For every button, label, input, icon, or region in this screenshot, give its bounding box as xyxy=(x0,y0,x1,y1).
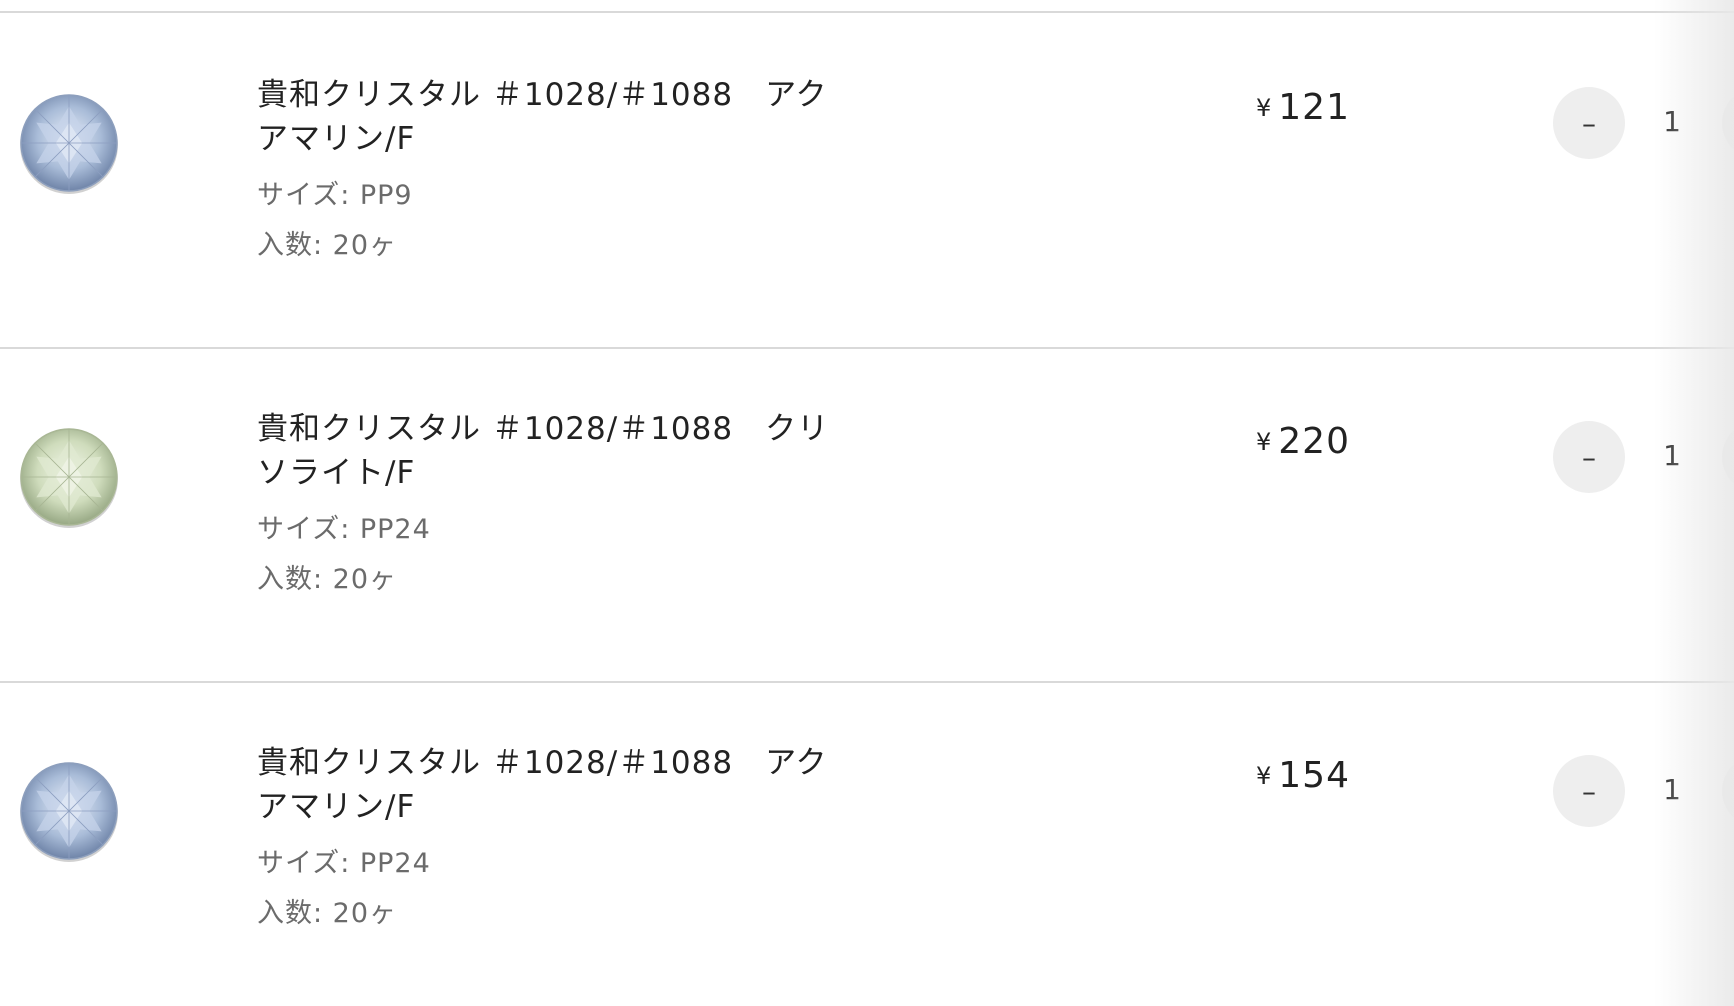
minus-icon: – xyxy=(1582,774,1596,808)
decrement-quantity-button[interactable]: – xyxy=(1553,87,1625,159)
item-size: サイズ: PP24 xyxy=(257,514,431,545)
crystal-chrysolite-icon[interactable] xyxy=(18,426,120,528)
increment-quantity-button[interactable] xyxy=(1722,755,1734,827)
item-info: 貴和クリスタル ＃1028/＃1088 クリソライト/F サイズ: PP24 入… xyxy=(257,407,857,605)
item-price: ¥154 xyxy=(1256,755,1350,796)
increment-quantity-button[interactable] xyxy=(1722,421,1734,493)
item-count: 入数: 20ヶ xyxy=(257,230,398,261)
decrement-quantity-button[interactable]: – xyxy=(1553,421,1625,493)
item-title[interactable]: 貴和クリスタル ＃1028/＃1088 アクアマリン/F xyxy=(257,741,847,829)
item-count: 入数: 20ヶ xyxy=(257,898,398,929)
item-price: ¥220 xyxy=(1256,421,1350,462)
item-title[interactable]: 貴和クリスタル ＃1028/＃1088 アクアマリン/F xyxy=(257,73,847,161)
price-value: 154 xyxy=(1278,755,1350,796)
minus-icon: – xyxy=(1582,440,1596,474)
item-size: サイズ: PP9 xyxy=(257,180,413,211)
decrement-quantity-button[interactable]: – xyxy=(1553,755,1625,827)
cart-item-row: 貴和クリスタル ＃1028/＃1088 アクアマリン/F サイズ: PP24 入… xyxy=(0,681,1734,1006)
item-title[interactable]: 貴和クリスタル ＃1028/＃1088 クリソライト/F xyxy=(257,407,847,495)
price-value: 220 xyxy=(1278,421,1350,462)
quantity-value: 1 xyxy=(1663,773,1681,806)
currency-symbol: ¥ xyxy=(1256,94,1273,122)
item-price: ¥121 xyxy=(1256,87,1350,128)
crystal-aquamarine-icon[interactable] xyxy=(18,760,120,862)
cart-item-row: 貴和クリスタル ＃1028/＃1088 アクアマリン/F サイズ: PP9 入数… xyxy=(0,13,1734,349)
item-info: 貴和クリスタル ＃1028/＃1088 アクアマリン/F サイズ: PP9 入数… xyxy=(257,73,857,271)
cart-page: 貴和クリスタル ＃1028/＃1088 アクアマリン/F サイズ: PP9 入数… xyxy=(0,0,1734,1006)
minus-icon: – xyxy=(1582,106,1596,140)
price-value: 121 xyxy=(1278,87,1350,128)
item-size: サイズ: PP24 xyxy=(257,848,431,879)
quantity-value: 1 xyxy=(1663,439,1681,472)
cart-item-row: 貴和クリスタル ＃1028/＃1088 クリソライト/F サイズ: PP24 入… xyxy=(0,347,1734,683)
quantity-value: 1 xyxy=(1663,105,1681,138)
currency-symbol: ¥ xyxy=(1256,428,1273,456)
crystal-aquamarine-icon[interactable] xyxy=(18,92,120,194)
item-count: 入数: 20ヶ xyxy=(257,564,398,595)
item-info: 貴和クリスタル ＃1028/＃1088 アクアマリン/F サイズ: PP24 入… xyxy=(257,741,857,939)
increment-quantity-button[interactable] xyxy=(1722,87,1734,159)
currency-symbol: ¥ xyxy=(1256,762,1273,790)
